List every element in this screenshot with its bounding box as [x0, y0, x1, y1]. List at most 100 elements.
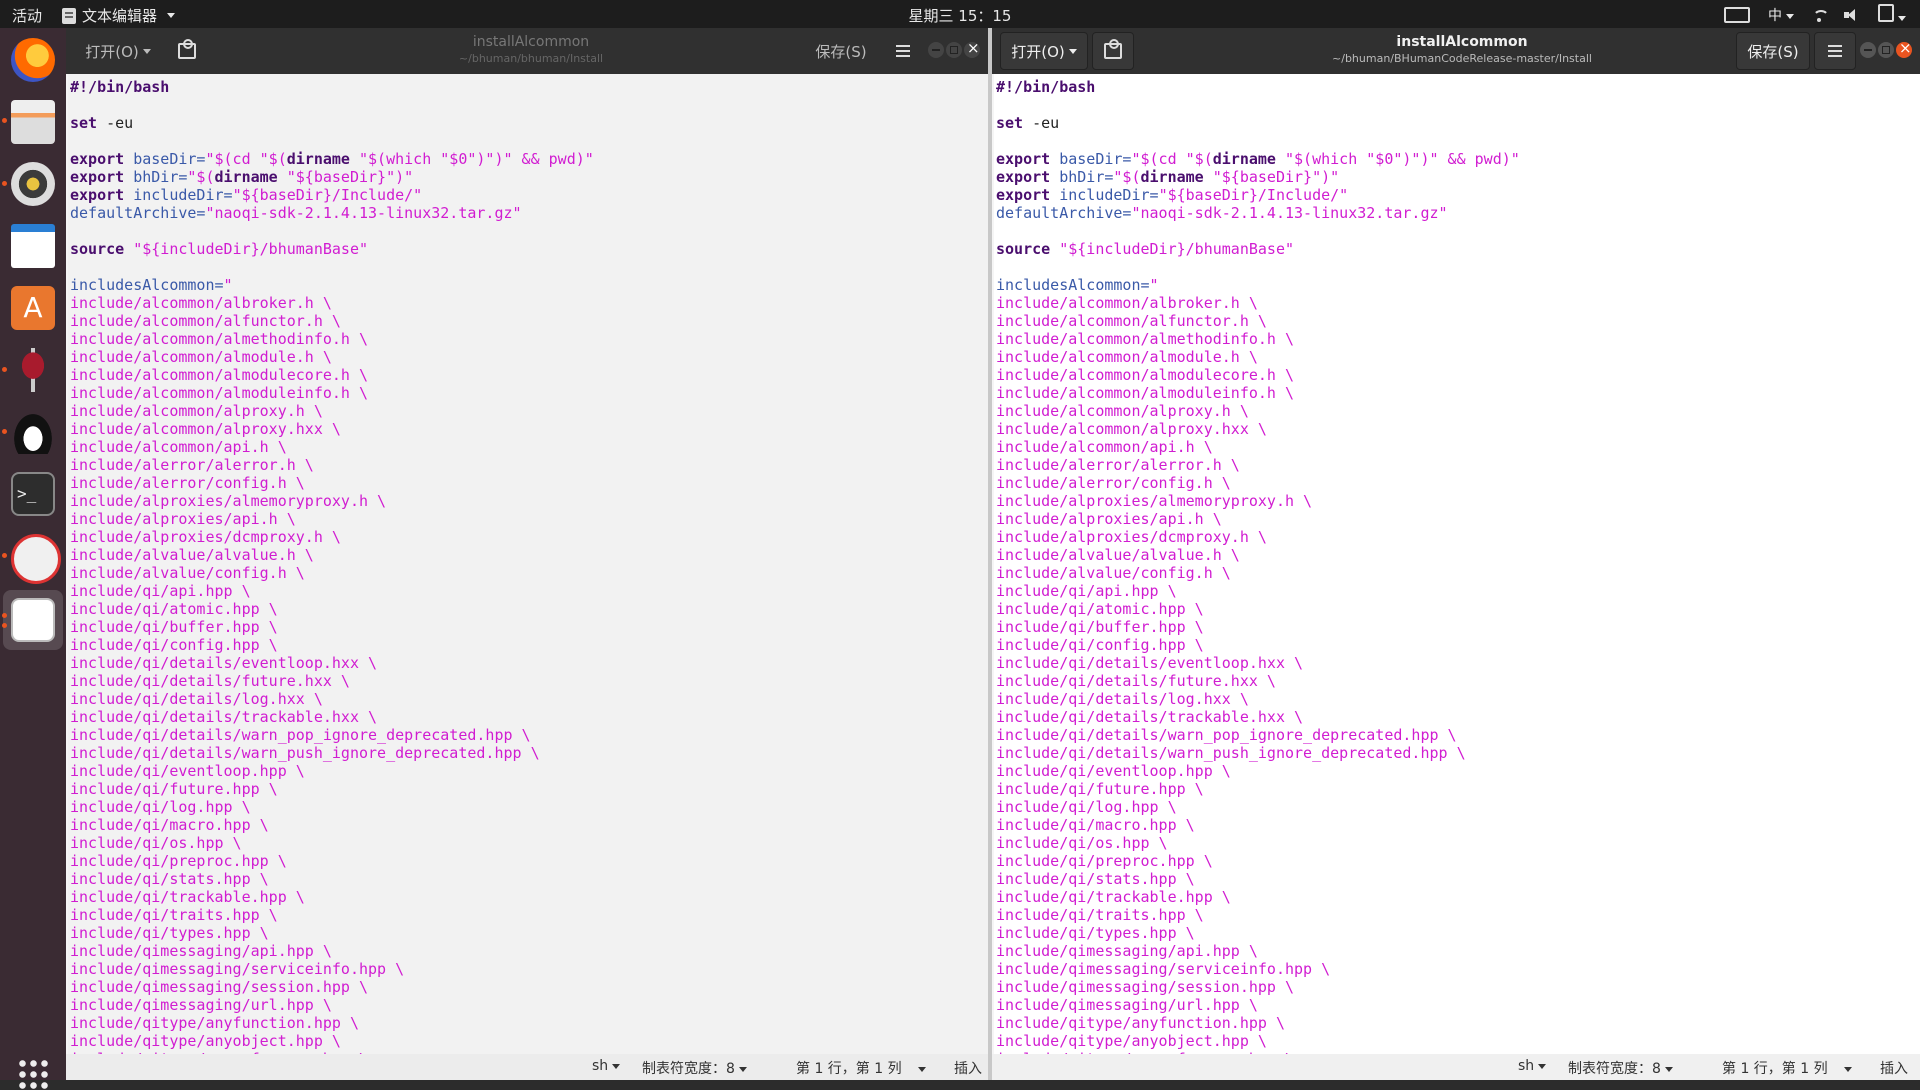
power-menu[interactable] — [1878, 4, 1906, 26]
code-token: "${includeDir}/bhumanBase" — [1050, 240, 1295, 258]
code-line: include/qi/api.hpp \ — [996, 582, 1920, 600]
new-document-button[interactable] — [166, 32, 208, 70]
activities-button[interactable]: 活动 — [12, 5, 42, 26]
show-apps-icon[interactable] — [17, 1058, 49, 1090]
app-menu-label: 文本编辑器 — [82, 7, 158, 25]
close-button[interactable] — [964, 39, 980, 58]
code-line: include/alcommon/almoduleinfo.h \ — [70, 384, 988, 402]
running-indicator — [2, 367, 7, 372]
code-token: include/alerror/alerror.h \ — [996, 456, 1240, 474]
status-bar: sh 制表符宽度：8 第 1 行，第 1 列 插入 — [992, 1054, 1920, 1080]
code-token: "${baseDir}/Include/" — [232, 186, 423, 204]
new-document-icon — [178, 39, 196, 59]
wine-icon[interactable] — [11, 348, 55, 392]
hamburger-icon — [896, 50, 910, 52]
code-token: include/alcommon/almodule.h \ — [70, 348, 332, 366]
open-label: 打开(O) — [85, 42, 139, 61]
code-token: include/qimessaging/api.hpp \ — [70, 942, 332, 960]
code-token: includeDir= — [1050, 186, 1159, 204]
rhythmbox-icon[interactable] — [11, 162, 55, 206]
running-indicator — [2, 181, 7, 186]
code-line: include/qi/details/warn_push_ignore_depr… — [996, 744, 1920, 762]
code-token: -eu — [1023, 114, 1060, 132]
code-token: include/qimessaging/session.hpp \ — [70, 978, 369, 996]
save-button[interactable]: 保存(S) — [1736, 32, 1810, 70]
language-selector[interactable]: sh — [592, 1058, 621, 1074]
code-token: include/qimessaging/serviceinfo.hpp \ — [70, 960, 405, 978]
open-button[interactable]: 打开(O) — [1000, 32, 1088, 70]
code-line: include/qi/os.hpp \ — [70, 834, 988, 852]
language-selector[interactable]: sh — [1518, 1058, 1547, 1074]
menu-button[interactable] — [882, 32, 924, 70]
code-line: include/alcommon/almethodinfo.h \ — [996, 330, 1920, 348]
close-button[interactable] — [1896, 39, 1912, 58]
xplayer-icon[interactable] — [11, 534, 61, 584]
chevron-down-icon — [1664, 1066, 1673, 1072]
chevron-down-icon — [1898, 15, 1906, 21]
code-token: defaultArchive= — [70, 204, 206, 222]
code-line: include/alcommon/almodule.h \ — [996, 348, 1920, 366]
maximize-button[interactable] — [946, 42, 962, 58]
code-token: include/qi/details/warn_pop_ignore_depre… — [70, 726, 531, 744]
insert-mode: 插入 — [954, 1061, 982, 1077]
code-line: export includeDir="${baseDir}/Include/" — [996, 186, 1920, 204]
code-token: include/qi/details/future.hxx \ — [70, 672, 350, 690]
chevron-down-icon — [1786, 13, 1794, 19]
code-line: export bhDir="$(dirname "${baseDir}")" — [996, 168, 1920, 186]
wifi-icon[interactable] — [1812, 8, 1829, 22]
text-editor-icon — [11, 598, 55, 642]
code-line: include/qi/stats.hpp \ — [70, 870, 988, 888]
code-token: includesAlcommon= — [70, 276, 224, 294]
maximize-button[interactable] — [1878, 42, 1894, 58]
code-line: include/qi/details/trackable.hxx \ — [70, 708, 988, 726]
text-area[interactable]: #!/bin/bash set -eu export baseDir="$(cd… — [68, 74, 988, 1054]
menu-button[interactable] — [1814, 32, 1856, 70]
minimize-button[interactable] — [1860, 42, 1876, 58]
code-content: #!/bin/bash set -eu export baseDir="$(cd… — [68, 74, 988, 1054]
input-method-indicator[interactable]: 中 — [1768, 5, 1794, 25]
firefox-icon[interactable] — [11, 38, 55, 82]
clock[interactable]: 星期三 15：15 — [0, 5, 1920, 26]
open-button[interactable]: 打开(O) — [74, 32, 162, 70]
cursor-position[interactable]: 第 1 行，第 1 列 — [796, 1058, 926, 1078]
code-token: include/alcommon/almoduleinfo.h \ — [996, 384, 1295, 402]
terminal-icon[interactable]: >_ — [11, 472, 55, 516]
code-line: includesAlcommon=" — [996, 276, 1920, 294]
code-line: include/qi/buffer.hpp \ — [996, 618, 1920, 636]
chevron-down-icon — [1843, 1066, 1852, 1072]
code-token: "${baseDir}")" — [1203, 168, 1340, 186]
volume-icon[interactable] — [1844, 8, 1860, 22]
code-token: include/qi/future.hpp \ — [996, 780, 1204, 798]
text-area[interactable]: #!/bin/bash set -eu export baseDir="$(cd… — [994, 74, 1920, 1054]
code-token: include/qi/details/warn_push_ignore_depr… — [996, 744, 1466, 762]
tab-width-selector[interactable]: 制表符宽度：8 — [642, 1058, 747, 1078]
code-token: bhDir= — [1050, 168, 1114, 186]
code-line: #!/bin/bash — [70, 78, 988, 96]
code-token: "$( — [1113, 168, 1141, 186]
code-token: include/alcommon/api.h \ — [996, 438, 1213, 456]
hamburger-icon — [1828, 50, 1842, 52]
keyboard-icon[interactable] — [1724, 7, 1750, 23]
editor-window-right: 打开(O) installAlcommon ~/bhuman/BHumanCod… — [992, 28, 1920, 1080]
code-token: include/alcommon/almethodinfo.h \ — [70, 330, 369, 348]
code-line: include/qi/eventloop.hpp \ — [996, 762, 1920, 780]
tab-width-selector[interactable]: 制表符宽度：8 — [1568, 1058, 1673, 1078]
code-token: export — [70, 186, 125, 204]
save-button[interactable]: 保存(S) — [804, 32, 878, 70]
code-token: include/alerror/config.h \ — [70, 474, 305, 492]
writer-icon[interactable] — [11, 224, 55, 268]
cursor-position[interactable]: 第 1 行，第 1 列 — [1722, 1058, 1852, 1078]
app-menu[interactable]: 文本编辑器 — [62, 5, 176, 26]
minimize-button[interactable] — [928, 42, 944, 58]
new-document-button[interactable] — [1092, 32, 1134, 70]
code-token: export — [996, 150, 1051, 168]
files-icon[interactable] — [11, 100, 55, 144]
software-center-icon[interactable]: A — [11, 286, 55, 330]
qq-icon[interactable] — [11, 410, 55, 454]
code-line: include/qimessaging/api.hpp \ — [70, 942, 988, 960]
code-line: include/alerror/config.h \ — [70, 474, 988, 492]
code-line: include/qimessaging/session.hpp \ — [70, 978, 988, 996]
status-bar: sh 制表符宽度：8 第 1 行，第 1 列 插入 — [66, 1054, 988, 1080]
